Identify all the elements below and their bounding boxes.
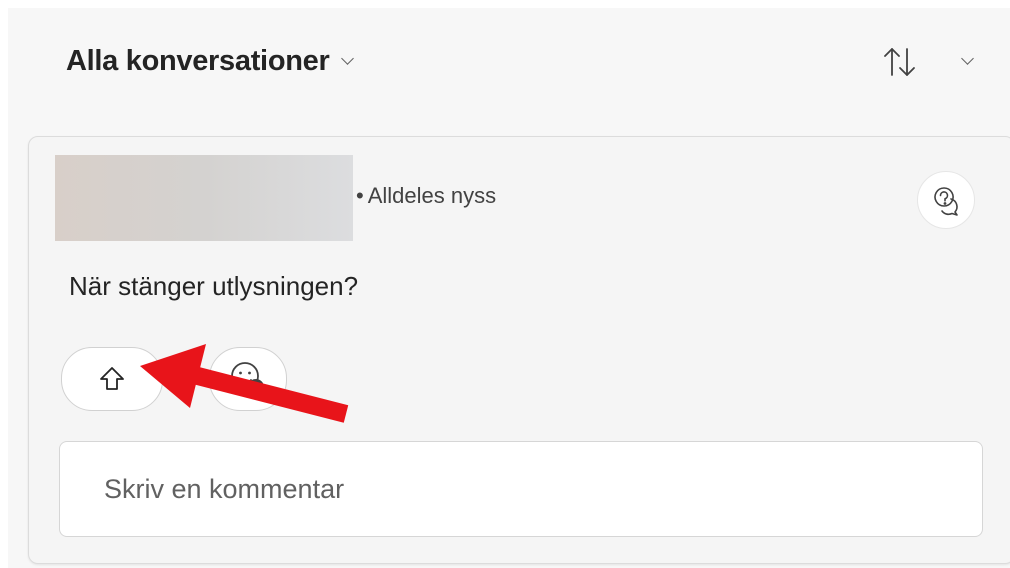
post-meta: • Alldeles nyss (356, 183, 496, 209)
question-chat-icon (934, 187, 958, 216)
conversations-panel: Alla konversationer • Alldeles nyss När … (8, 8, 1010, 568)
post-timestamp: Alldeles nyss (367, 183, 497, 208)
author-redacted (55, 155, 353, 241)
emoji-add-icon (231, 362, 264, 395)
comment-input[interactable] (59, 441, 983, 537)
reaction-divider (189, 363, 190, 391)
sort-options-button[interactable] (952, 46, 982, 76)
upvote-button[interactable] (61, 347, 163, 411)
post-question: När stänger utlysningen? (69, 271, 359, 301)
chevron-down-icon (960, 52, 974, 65)
meta-separator: • (356, 183, 364, 208)
sort-button[interactable] (880, 44, 920, 80)
conversation-filter-dropdown[interactable]: Alla konversationer (66, 41, 355, 81)
filter-label: Alla konversationer (66, 44, 330, 77)
conversation-card: • Alldeles nyss När stänger utlysningen? (28, 136, 1010, 564)
arrow-up-icon (100, 367, 124, 390)
conversations-header: Alla konversationer (8, 8, 1010, 118)
chevron-down-icon (341, 51, 355, 65)
mark-as-question-button[interactable] (917, 171, 975, 229)
add-reaction-button[interactable] (209, 347, 287, 411)
sort-up-down-icon (884, 48, 915, 76)
